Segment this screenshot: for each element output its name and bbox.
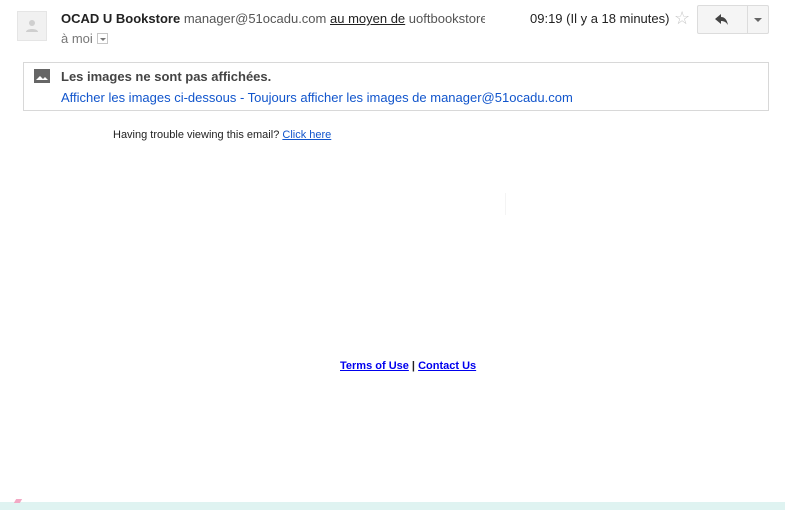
image-icon	[34, 69, 50, 83]
terms-of-use-link[interactable]: Terms of Use	[340, 360, 409, 372]
more-options-button[interactable]	[748, 6, 768, 33]
images-hidden-notice: Les images ne sont pas affichées. Affich…	[23, 62, 769, 111]
trouble-text: Having trouble viewing this email?	[113, 129, 283, 141]
contact-us-link[interactable]: Contact Us	[418, 360, 476, 372]
recipient-line: à moi	[61, 31, 108, 46]
via-link[interactable]: au moyen de	[330, 11, 405, 26]
bottom-bar	[0, 502, 785, 510]
notice-links: Afficher les images ci-dessous - Toujour…	[61, 90, 573, 105]
divider	[505, 193, 506, 215]
recipient-label: à moi	[61, 31, 93, 46]
link-separator: -	[236, 90, 248, 105]
footer-divider: |	[408, 360, 419, 372]
sender-email: manager@51ocadu.com	[183, 11, 327, 26]
sender-avatar	[17, 11, 47, 41]
always-show-images-link[interactable]: Toujours afficher les images de manager@…	[248, 90, 573, 105]
click-here-link[interactable]: Click here	[282, 129, 331, 141]
star-icon[interactable]: ☆	[674, 8, 690, 29]
timestamp: 09:19 (Il y a 18 minutes)	[530, 11, 670, 26]
reply-button-group	[697, 5, 769, 34]
chevron-down-icon[interactable]	[96, 33, 108, 44]
via-address: uoftbookstore	[408, 11, 485, 26]
footer-links: Terms of Use | Contact Us	[340, 360, 476, 372]
sender-name[interactable]: OCAD U Bookstore	[61, 11, 180, 26]
trouble-viewing-line: Having trouble viewing this email? Click…	[113, 129, 331, 141]
reply-button[interactable]	[698, 6, 748, 33]
show-images-link[interactable]: Afficher les images ci-dessous	[61, 90, 236, 105]
sender-line: OCAD U Bookstore manager@51ocadu.com au …	[61, 11, 485, 26]
reply-icon	[715, 14, 728, 25]
notice-title: Les images ne sont pas affichées.	[61, 69, 272, 84]
person-icon	[26, 20, 38, 32]
